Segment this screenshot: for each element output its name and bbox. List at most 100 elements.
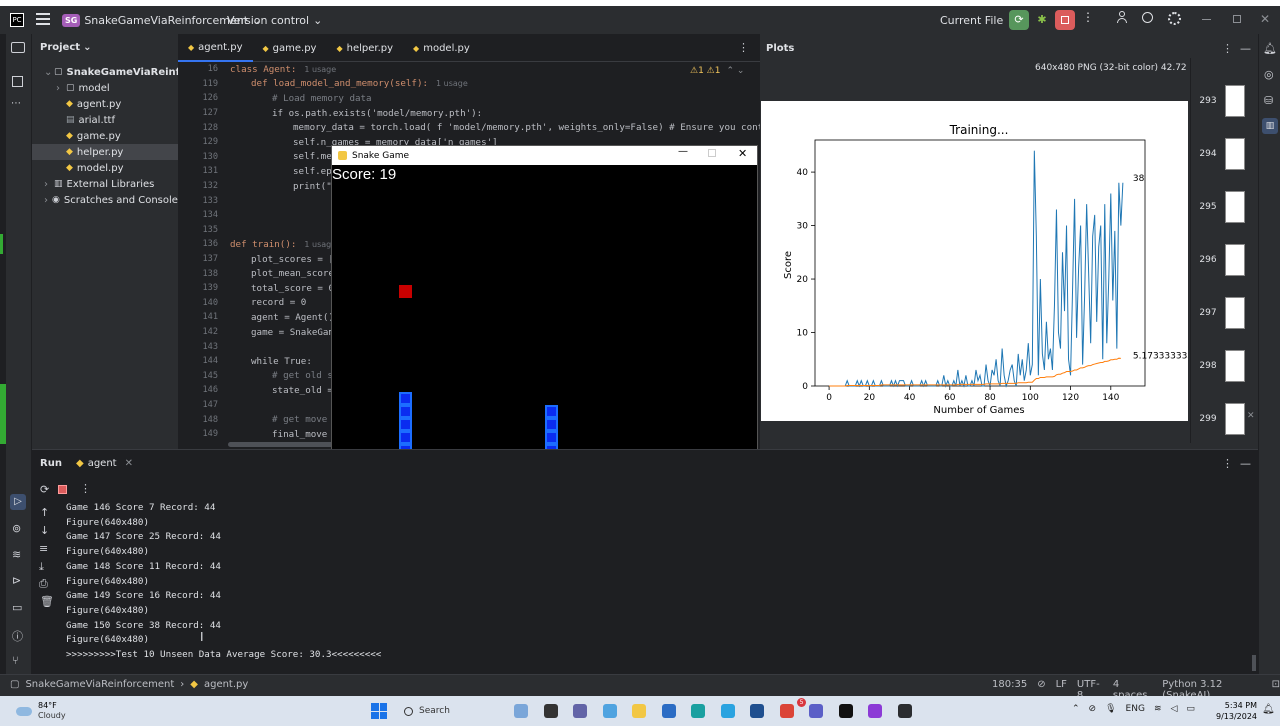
run-panel-more-icon[interactable]: ⋮ <box>1222 457 1233 470</box>
start-button[interactable] <box>371 703 387 719</box>
plot-thumbnail[interactable]: 296 <box>1191 235 1259 285</box>
app-icon-copilot[interactable] <box>602 704 617 718</box>
inspection-widget[interactable]: ⚠1 ⚠1 ⌃ ⌄ <box>690 66 744 76</box>
more-tools-icon[interactable]: ⋯ <box>11 98 21 109</box>
search-icon[interactable] <box>1142 12 1153 23</box>
console-output[interactable]: Game 146 Score 7 Record: 44 Figure(640x48… <box>32 500 1252 670</box>
run-options-icon[interactable]: ⋮ <box>80 482 91 495</box>
app-icon-vscode[interactable] <box>750 704 764 718</box>
chevron-up-icon[interactable]: ⌃ <box>1072 704 1080 714</box>
volume-icon[interactable]: ◁ <box>1170 704 1177 714</box>
plot-thumbnail[interactable]: 295 <box>1191 182 1259 232</box>
chevron-right-icon[interactable]: › <box>56 83 62 94</box>
status-breadcrumb[interactable]: ▢ SnakeGameViaReinforcement › ◆ agent.py <box>10 679 248 690</box>
tab-helper-py[interactable]: ◆ helper.py <box>326 34 403 62</box>
services-icon[interactable]: ⊳ <box>12 574 21 587</box>
chevron-right-icon[interactable]: › <box>44 179 50 190</box>
taskbar-search[interactable]: Search <box>398 701 502 721</box>
tree-item-game-py[interactable]: ◆ game.py <box>32 128 178 144</box>
sciview-plots-icon[interactable]: ▥ <box>1262 118 1278 134</box>
user-icon[interactable] <box>1116 11 1128 25</box>
terminal-icon[interactable]: ▭ <box>12 601 22 614</box>
notification-bell-icon[interactable]: 🔔︎ <box>1262 704 1275 715</box>
version-control-menu[interactable]: Version control ⌄ <box>227 14 322 27</box>
tree-item-agent-py[interactable]: ◆ agent.py <box>32 96 178 112</box>
tab-game-py[interactable]: ◆ game.py <box>253 34 327 62</box>
close-tab-icon[interactable]: ✕ <box>125 458 133 469</box>
usage-hint[interactable]: 1 usage <box>436 79 468 88</box>
close-window-button[interactable]: ✕ <box>1260 12 1270 26</box>
app-icon-file-explorer[interactable] <box>632 704 646 718</box>
project-folder-icon[interactable] <box>11 42 25 53</box>
app-icon-snipping-tool[interactable] <box>868 704 882 718</box>
tree-item-helper-py[interactable]: ◆ helper.py <box>32 144 178 160</box>
clock[interactable]: 5:34 PM 9/13/2024 <box>1216 700 1257 722</box>
plots-more-icon[interactable]: ⋮ <box>1222 42 1233 55</box>
close-thumbnail-icon[interactable]: ✕ <box>1247 411 1255 421</box>
app-icon-edge[interactable] <box>691 704 705 718</box>
tree-item-arial-ttf[interactable]: ▤ arial.ttf <box>32 112 178 128</box>
usage-hint[interactable]: 1 usage <box>304 65 336 74</box>
app-icon-pycharm[interactable] <box>838 704 853 718</box>
console-scrollbar[interactable] <box>1252 655 1256 671</box>
tabs-more-icon[interactable]: ⋮ <box>738 41 749 54</box>
plots-hide-icon[interactable]: — <box>1240 42 1251 55</box>
agent-run-tab[interactable]: ◆ agent ✕ <box>76 458 133 469</box>
maximize-window-button[interactable] <box>1233 15 1241 23</box>
problems-icon[interactable]: ⓘ <box>12 628 23 644</box>
app-icon-teams[interactable] <box>809 704 823 718</box>
tree-item-external-libraries[interactable]: › ▥ External Libraries <box>32 176 178 192</box>
git-icon[interactable]: ⑂ <box>12 654 19 667</box>
app-icon-python[interactable] <box>897 704 912 718</box>
rerun-button[interactable]: ⟳ <box>1009 10 1029 30</box>
tab-model-py[interactable]: ◆ model.py <box>403 34 480 62</box>
vpn-icon[interactable]: ⊘ <box>1089 704 1097 714</box>
microphone-icon[interactable]: 🎙︎ <box>1105 704 1116 714</box>
tree-item-model-py[interactable]: ◆ model.py <box>32 160 178 176</box>
stop-run-icon[interactable] <box>58 485 67 494</box>
app-icon-store[interactable] <box>661 704 676 718</box>
app-icon-chat[interactable] <box>573 704 587 718</box>
tree-item-snakegameviareinforcem[interactable]: ⌄ ▢ SnakeGameViaReinforcem <box>32 64 215 80</box>
weather-widget[interactable]: 84°F Cloudy <box>16 701 66 721</box>
snake-minimize-button[interactable]: — <box>678 146 688 157</box>
python-packages-icon[interactable]: ⊚ <box>12 522 21 535</box>
snake-maximize-button[interactable] <box>708 149 716 157</box>
notifications-icon[interactable]: 🔔︎ <box>1263 42 1277 55</box>
plot-thumbnail[interactable]: 294 <box>1191 129 1259 179</box>
tab-agent-py[interactable]: ◆ agent.py <box>178 34 253 62</box>
battery-icon[interactable]: ▭ <box>1186 704 1195 714</box>
layers-icon[interactable]: ≋ <box>12 548 21 561</box>
stop-button[interactable] <box>1055 10 1075 30</box>
app-icon-telegram[interactable] <box>720 704 735 718</box>
run-tool-icon[interactable]: ▷ <box>10 494 26 510</box>
run-tab[interactable]: Run <box>40 458 62 469</box>
settings-gear-icon[interactable] <box>1168 12 1181 25</box>
ai-assistant-icon[interactable]: ◎ <box>1264 68 1274 81</box>
structure-icon[interactable] <box>12 76 23 87</box>
app-icon-widgets[interactable] <box>514 704 528 718</box>
tree-item-model[interactable]: › ▢ model <box>32 80 178 96</box>
plot-thumbnail[interactable]: 298 <box>1191 341 1259 391</box>
app-icon-file-manager[interactable] <box>543 704 558 718</box>
database-icon[interactable]: ⛁ <box>1264 94 1273 107</box>
run-config-selector[interactable]: Current File ⌄ <box>940 14 1016 27</box>
main-menu-icon[interactable] <box>36 13 50 25</box>
chevron-right-icon[interactable]: › <box>44 195 48 206</box>
run-panel-hide-icon[interactable]: — <box>1240 457 1251 470</box>
snake-close-button[interactable]: ✕ <box>738 147 747 160</box>
rerun-icon[interactable]: ⟳ <box>40 483 49 496</box>
plot-thumbnail[interactable]: 293 <box>1191 76 1259 126</box>
wifi-icon[interactable]: ≋ <box>1154 704 1162 714</box>
more-actions-icon[interactable]: ⋮ <box>1082 10 1094 24</box>
tree-item-scratches-and-consoles[interactable]: › ◉ Scratches and Consoles <box>32 192 183 208</box>
debug-bug-icon[interactable]: ✱ <box>1034 10 1050 30</box>
app-icon-chrome[interactable] <box>779 704 794 718</box>
project-panel-header[interactable]: Project ⌄ <box>40 42 91 53</box>
tree-item-label: External Libraries <box>66 178 155 190</box>
inspection-count: ⚠1 ⚠1 <box>690 66 721 76</box>
minimize-window-button[interactable] <box>1202 19 1211 20</box>
chevron-down-icon[interactable]: ⌄ <box>44 67 52 78</box>
language-indicator[interactable]: ENG <box>1126 704 1145 714</box>
plot-thumbnail[interactable]: 297 <box>1191 288 1259 338</box>
